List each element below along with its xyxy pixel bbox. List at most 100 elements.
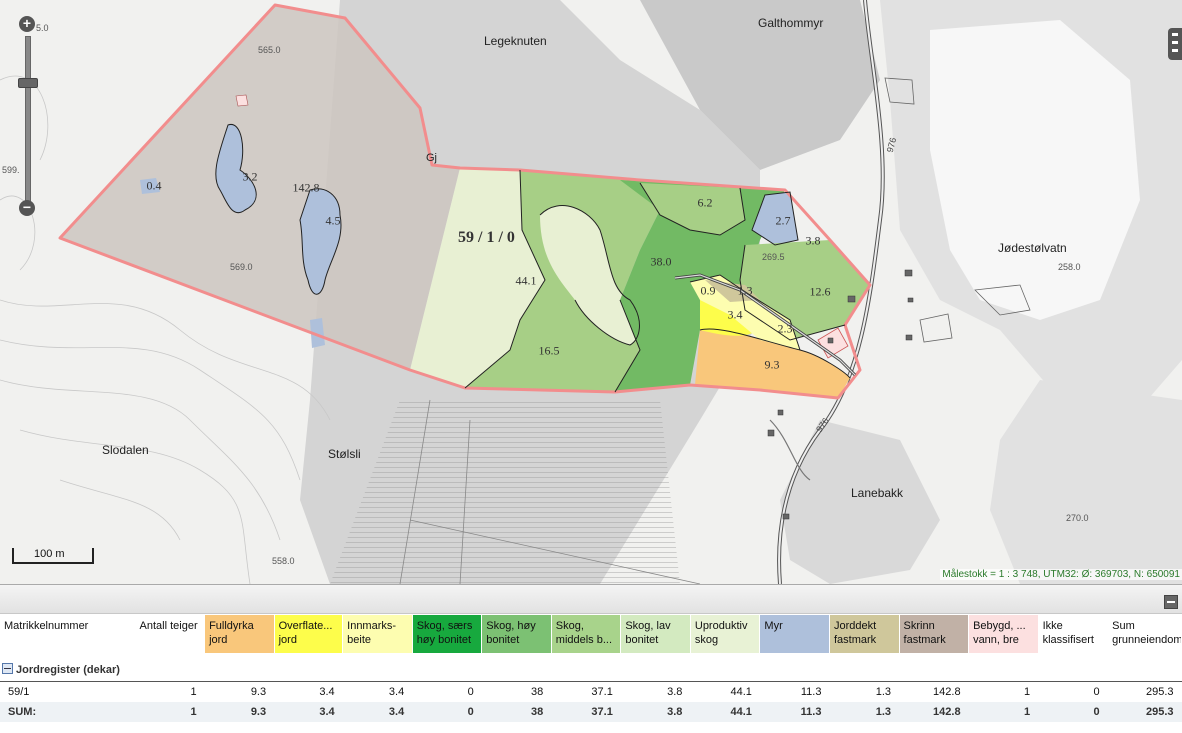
table-cell: 9.3 xyxy=(250,686,267,698)
collapse-panel-button[interactable] xyxy=(1164,595,1178,609)
table-cell: 3.8 xyxy=(667,686,683,698)
sum-cell: 37.1 xyxy=(551,702,621,722)
place-label-galthommyr: Galthommyr xyxy=(758,16,824,30)
area-label: 4.5 xyxy=(325,213,341,228)
area-label: 2.7 xyxy=(775,213,791,228)
column-header[interactable]: Matrikkelnummer xyxy=(0,615,136,653)
sum-cell: 3.8 xyxy=(620,702,691,722)
place-label-slodalen: Slodalen xyxy=(102,443,149,457)
column-header[interactable]: Skog, høy bonitet xyxy=(481,615,552,653)
zoom-slider-track[interactable] xyxy=(25,36,31,204)
sum-cell: 3.4 xyxy=(274,702,343,722)
sum-cell: SUM: xyxy=(0,702,136,722)
area-label: 44.1 xyxy=(515,273,537,288)
sum-cell: 44.1 xyxy=(690,702,760,722)
table-cell: 295.3 xyxy=(1145,686,1174,698)
table-cell: 59/1 xyxy=(8,686,30,698)
group-row[interactable]: Jordregister (dekar) xyxy=(0,653,1182,682)
place-label-gj: Gj xyxy=(426,152,437,164)
area-label: 6.2 xyxy=(697,195,713,210)
area-label: 3.8 xyxy=(805,233,821,248)
column-header[interactable]: Skrinn fastmark xyxy=(899,615,970,653)
map-view[interactable]: Legeknuten Galthommyr Jødestølvatn Sloda… xyxy=(0,0,1182,584)
column-header[interactable]: Overflate... jord xyxy=(274,615,344,653)
column-header[interactable]: Myr xyxy=(759,615,830,653)
area-label: 3.4 xyxy=(727,307,743,322)
collapse-group-icon[interactable] xyxy=(2,662,13,674)
area-label: 0.9 xyxy=(700,283,716,298)
table-cell: 1.3 xyxy=(875,686,892,698)
place-label-stolsli: Stølsli xyxy=(328,447,361,461)
column-header[interactable]: Sum grunneiendom xyxy=(1107,615,1182,653)
zoom-control: + − xyxy=(14,14,40,224)
place-label-legeknuten: Legeknuten xyxy=(484,34,547,48)
column-header[interactable]: Antall teiger xyxy=(135,615,206,653)
sum-cell: 0 xyxy=(1038,702,1108,722)
table-cell: 1 xyxy=(1023,686,1031,698)
column-header[interactable]: Skog, lav bonitet xyxy=(620,615,691,653)
place-label-lanebakk: Lanebakk xyxy=(851,486,904,500)
sum-cell: 142.8 xyxy=(899,702,969,722)
column-header[interactable]: Jorddekt fastmark xyxy=(829,615,900,653)
zoom-in-button[interactable]: + xyxy=(19,16,35,32)
elevation-label: 270.0 xyxy=(1066,513,1089,523)
area-label: 12.6 xyxy=(809,284,831,299)
sum-cell: 9.3 xyxy=(204,702,275,722)
column-header[interactable]: Skog, middels b... xyxy=(551,615,622,653)
area-label: 142.8 xyxy=(292,180,320,195)
table-cell: 37.1 xyxy=(591,686,613,698)
group-header[interactable]: Jordregister (dekar) xyxy=(0,653,1182,682)
place-label-jodestolvatn: Jødestølvatn xyxy=(998,241,1067,255)
table-row[interactable]: 59/1 1 9.3 3.4 3.4 0 38 37.1 3.8 44.1 11.3 1.3 142.8… xyxy=(0,682,1182,703)
elevation-label: 258.0 xyxy=(1058,262,1081,272)
group-label: Jordregister (dekar) xyxy=(16,663,120,676)
table-cell: 142.8 xyxy=(933,686,961,698)
map-status-line: Målestokk = 1 : 3 748, UTM32: Ø: 369703,… xyxy=(940,569,1182,580)
table-cell: 38 xyxy=(531,686,544,698)
elevation-label: 558.0 xyxy=(272,556,295,566)
area-label: 2.3 xyxy=(777,321,793,336)
scale-bar: 100 m xyxy=(12,548,94,564)
table-cell: 0 xyxy=(467,686,474,698)
zoom-slider-handle[interactable] xyxy=(18,78,38,88)
column-header[interactable]: Skog, særs høy bonitet xyxy=(412,615,483,653)
sum-cell: 1 xyxy=(968,702,1039,722)
layer-switcher-button[interactable] xyxy=(1168,28,1182,60)
table-cell: 0 xyxy=(1093,686,1100,698)
area-label: 9.3 xyxy=(764,357,780,372)
results-panel: Matrikkelnummer Antall teiger Fulldyrka jo… xyxy=(0,584,1182,733)
area-label: 1.3 xyxy=(737,283,753,298)
column-header[interactable]: Ikke klassifisert xyxy=(1038,615,1109,653)
elevation-label: 269.5 xyxy=(762,252,785,262)
sum-cell: 11.3 xyxy=(759,702,830,722)
column-header[interactable]: Uproduktiv skog xyxy=(690,615,761,653)
column-header[interactable]: Innmarks-beite xyxy=(342,615,413,653)
elevation-label: 565.0 xyxy=(258,45,281,55)
table-header-row: Matrikkelnummer Antall teiger Fulldyrka jo… xyxy=(0,615,1182,653)
elevation-label: 569.0 xyxy=(230,262,253,272)
column-header[interactable]: Bebygd, ... vann, bre xyxy=(968,615,1039,653)
sum-cell: 1.3 xyxy=(829,702,900,722)
area-label: 0.4 xyxy=(146,178,162,193)
sum-cell: 1 xyxy=(135,702,205,722)
column-header[interactable]: Fulldyrka jord xyxy=(204,615,275,653)
table-cell: 44.1 xyxy=(730,686,752,698)
area-label: 16.5 xyxy=(538,343,560,358)
sum-cell: 3.4 xyxy=(342,702,413,722)
panel-toolbar xyxy=(0,585,1182,614)
zoom-out-button[interactable]: − xyxy=(19,200,35,216)
table-cell: 1 xyxy=(190,686,197,698)
area-label: 38.0 xyxy=(650,254,672,269)
sum-cell: 38 xyxy=(481,702,552,722)
table-cell: 11.3 xyxy=(800,686,822,698)
parcel-label[interactable]: 59 / 1 / 0 xyxy=(458,229,515,247)
sum-cell: 0 xyxy=(412,702,482,722)
area-label: 3.2 xyxy=(242,169,258,184)
scale-bar-label: 100 m xyxy=(34,548,65,560)
table-cell: 3.4 xyxy=(319,686,335,698)
sum-cell: 295.3 xyxy=(1107,702,1182,722)
sum-row: SUM: 1 9.3 3.4 3.4 0 38 37.1 3.8 44.1 11.3 1.3 142.8… xyxy=(0,702,1182,722)
table-cell: 3.4 xyxy=(388,686,405,698)
map-canvas[interactable] xyxy=(0,0,1182,584)
jordregister-table: Matrikkelnummer Antall teiger Fulldyrka jo… xyxy=(0,615,1182,722)
